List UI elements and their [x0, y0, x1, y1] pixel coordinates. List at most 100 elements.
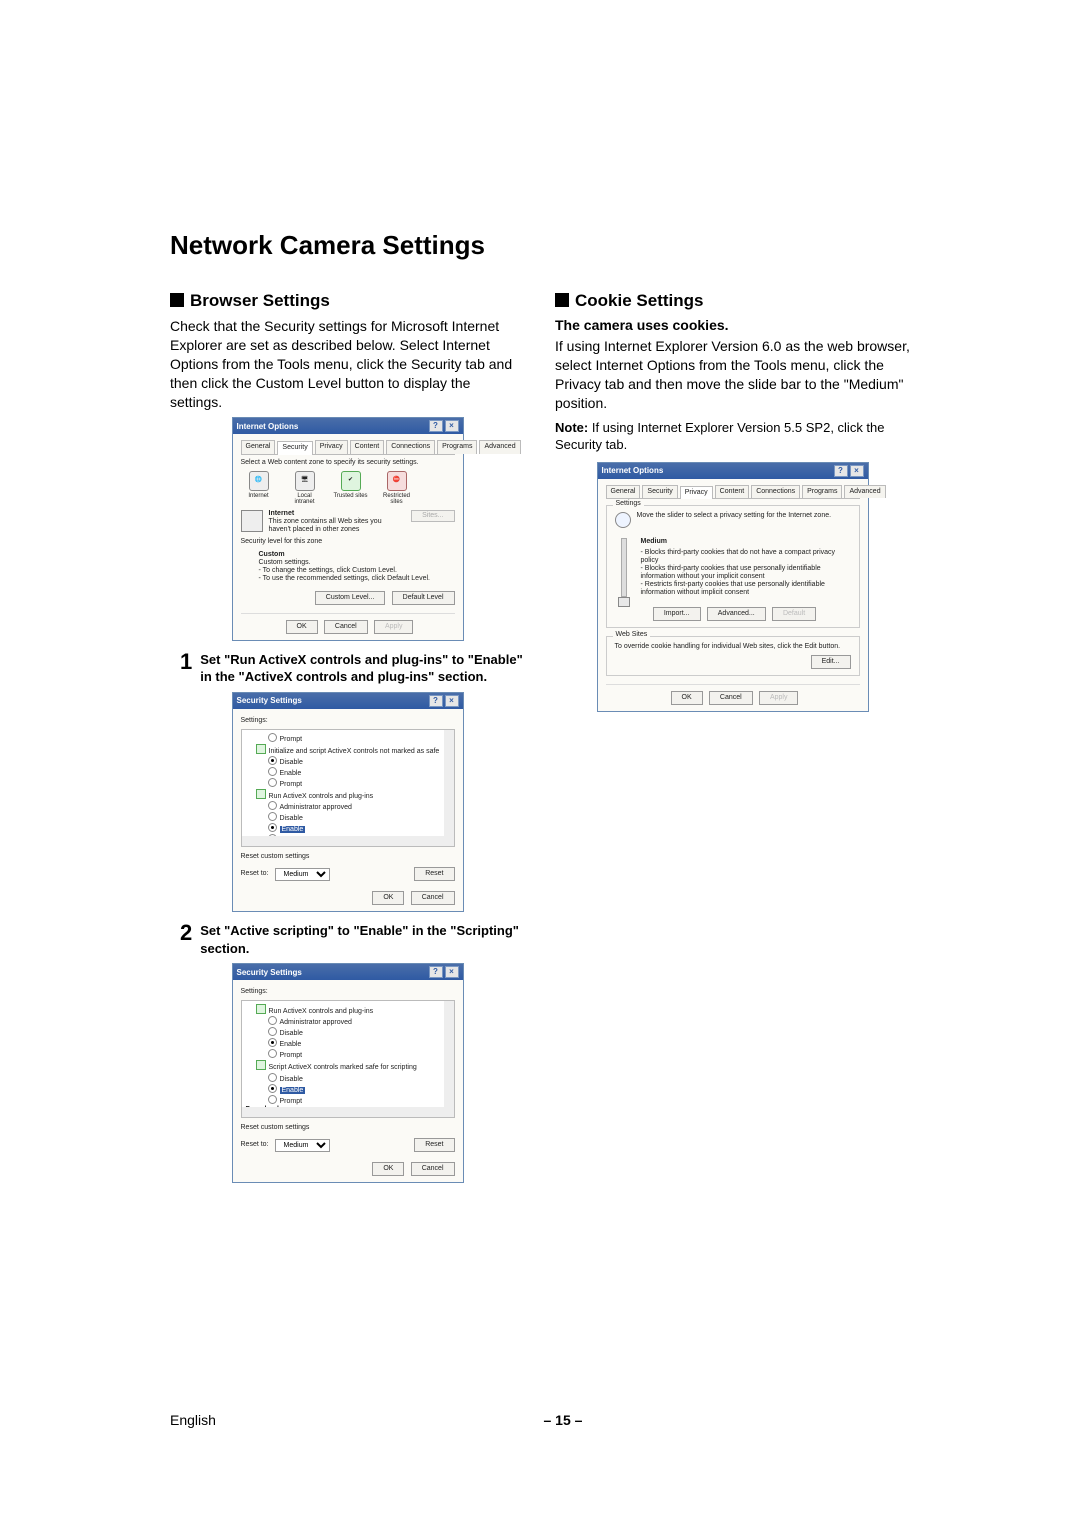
help-icon[interactable]: ? — [429, 966, 443, 978]
step-2-number: 2 — [180, 922, 192, 957]
step-2: 2 Set "Active scripting" to "Enable" in … — [180, 922, 525, 957]
websites-text: To override cookie handling for individu… — [615, 643, 851, 651]
dialog-title: Security Settings — [237, 696, 302, 705]
note-text: If using Internet Explorer Version 5.5 S… — [555, 420, 885, 453]
window-controls: ?× — [427, 695, 459, 707]
footer-language: English — [170, 1412, 216, 1428]
dialog-footer: OK Cancel Apply — [606, 684, 860, 705]
close-icon[interactable]: × — [850, 465, 864, 477]
default-button: Default — [772, 607, 816, 621]
tab-privacy[interactable]: Privacy — [680, 486, 713, 499]
scrollbar-horizontal[interactable] — [242, 1107, 444, 1117]
reset-heading: Reset custom settings — [241, 1124, 455, 1132]
scrollbar-vertical[interactable] — [444, 730, 454, 846]
tab-privacy[interactable]: Privacy — [315, 440, 348, 453]
tab-security[interactable]: Security — [277, 441, 312, 454]
internet-options-privacy-dialog: Internet Options ?× General Security Pri… — [597, 462, 869, 713]
zone-name: Internet — [269, 510, 295, 517]
help-icon[interactable]: ? — [429, 420, 443, 432]
privacy-level-text: Medium - Blocks third-party cookies that… — [641, 538, 851, 597]
cancel-button[interactable]: Cancel — [709, 691, 753, 705]
tab-general[interactable]: General — [606, 485, 641, 498]
tab-advanced[interactable]: Advanced — [844, 485, 885, 498]
tab-programs[interactable]: Programs — [437, 440, 477, 453]
ok-button[interactable]: OK — [372, 1162, 404, 1176]
security-level-label: Security level for this zone — [241, 538, 455, 546]
zone-desc-text: This zone contains all Web sites you hav… — [269, 518, 406, 534]
reset-button[interactable]: Reset — [414, 867, 454, 881]
square-bullet-icon — [170, 293, 184, 307]
close-icon[interactable]: × — [445, 420, 459, 432]
custom-head: Custom — [259, 551, 285, 558]
dialog-title: Internet Options — [602, 466, 664, 475]
zone-internet[interactable]: 🌐Internet — [241, 471, 277, 507]
close-icon[interactable]: × — [445, 695, 459, 707]
zone-row: 🌐Internet 🖥Local intranet ✔Trusted sites… — [241, 471, 455, 507]
tab-general[interactable]: General — [241, 440, 276, 453]
cookie-settings-heading: Cookie Settings — [555, 291, 910, 311]
tab-strip: General Security Privacy Content Connect… — [241, 440, 455, 454]
tab-advanced[interactable]: Advanced — [479, 440, 520, 453]
ok-button[interactable]: OK — [671, 691, 703, 705]
tab-programs[interactable]: Programs — [802, 485, 842, 498]
custom-level-button[interactable]: Custom Level... — [315, 591, 386, 605]
ok-button[interactable]: OK — [372, 891, 404, 905]
tab-content[interactable]: Content — [715, 485, 750, 498]
globe-icon — [615, 512, 631, 528]
footer-page: – 15 – — [543, 1412, 582, 1428]
fieldset-legend: Settings — [613, 500, 644, 508]
privacy-bullet-2: - Blocks third-party cookies that use pe… — [641, 565, 851, 581]
default-level-button[interactable]: Default Level — [392, 591, 455, 605]
browser-settings-intro: Check that the Security settings for Mic… — [170, 317, 525, 411]
tab-connections[interactable]: Connections — [386, 440, 435, 453]
cancel-button[interactable]: Cancel — [324, 620, 368, 634]
slider-track — [621, 538, 627, 597]
tab-connections[interactable]: Connections — [751, 485, 800, 498]
scrollbar-horizontal[interactable] — [242, 836, 444, 846]
settings-label: Settings: — [241, 988, 455, 996]
privacy-bullet-3: - Restricts first-party cookies that use… — [641, 581, 851, 597]
fieldset-legend: Web Sites — [613, 631, 651, 639]
privacy-slider[interactable] — [615, 538, 633, 597]
custom-line2: - To change the settings, click Custom L… — [259, 567, 455, 575]
privacy-level-name: Medium — [641, 538, 851, 546]
content-columns: Browser Settings Check that the Security… — [170, 291, 910, 1193]
settings-tree-2[interactable]: Run ActiveX controls and plug-insAdminis… — [241, 1000, 455, 1118]
privacy-instruction: Move the slider to select a privacy sett… — [637, 512, 851, 520]
settings-label: Settings: — [241, 717, 455, 725]
reset-to-select[interactable]: Medium — [275, 1139, 330, 1152]
security-settings-dialog-2: Security Settings ?× Settings: Run Activ… — [232, 963, 464, 1183]
dialog-footer: OK Cancel — [241, 891, 455, 905]
zone-description: Internet This zone contains all Web site… — [241, 510, 455, 534]
browser-settings-heading-text: Browser Settings — [190, 291, 330, 310]
ok-button[interactable]: OK — [286, 620, 318, 634]
cancel-button[interactable]: Cancel — [411, 891, 455, 905]
edit-button[interactable]: Edit... — [811, 655, 851, 669]
scrollbar-vertical[interactable] — [444, 1001, 454, 1117]
tab-security[interactable]: Security — [642, 485, 677, 498]
reset-to-select[interactable]: Medium — [275, 868, 330, 881]
custom-block: Custom Custom settings. - To change the … — [259, 551, 455, 583]
apply-button: Apply — [374, 620, 414, 634]
tab-content[interactable]: Content — [350, 440, 385, 453]
reset-button[interactable]: Reset — [414, 1138, 454, 1152]
settings-tree-1[interactable]: PromptInitialize and script ActiveX cont… — [241, 729, 455, 847]
globe-large-icon — [241, 510, 263, 532]
reset-to-label: Reset to: — [241, 870, 269, 878]
zone-trusted[interactable]: ✔Trusted sites — [333, 471, 369, 507]
dialog-titlebar: Security Settings ?× — [233, 964, 463, 980]
import-button[interactable]: Import... — [653, 607, 701, 621]
cookie-settings-heading-text: Cookie Settings — [575, 291, 703, 310]
security-settings-dialog-1: Security Settings ?× Settings: PromptIni… — [232, 692, 464, 912]
zone-restricted[interactable]: ⛔Restricted sites — [379, 471, 415, 507]
close-icon[interactable]: × — [445, 966, 459, 978]
advanced-button[interactable]: Advanced... — [707, 607, 766, 621]
minus-icon: ⛔ — [387, 471, 407, 491]
sites-button: Sites... — [411, 510, 454, 522]
cancel-button[interactable]: Cancel — [411, 1162, 455, 1176]
zone-local-intranet[interactable]: 🖥Local intranet — [287, 471, 323, 507]
slider-thumb[interactable] — [618, 597, 630, 607]
help-icon[interactable]: ? — [429, 695, 443, 707]
help-icon[interactable]: ? — [834, 465, 848, 477]
dialog-title: Internet Options — [237, 422, 299, 431]
